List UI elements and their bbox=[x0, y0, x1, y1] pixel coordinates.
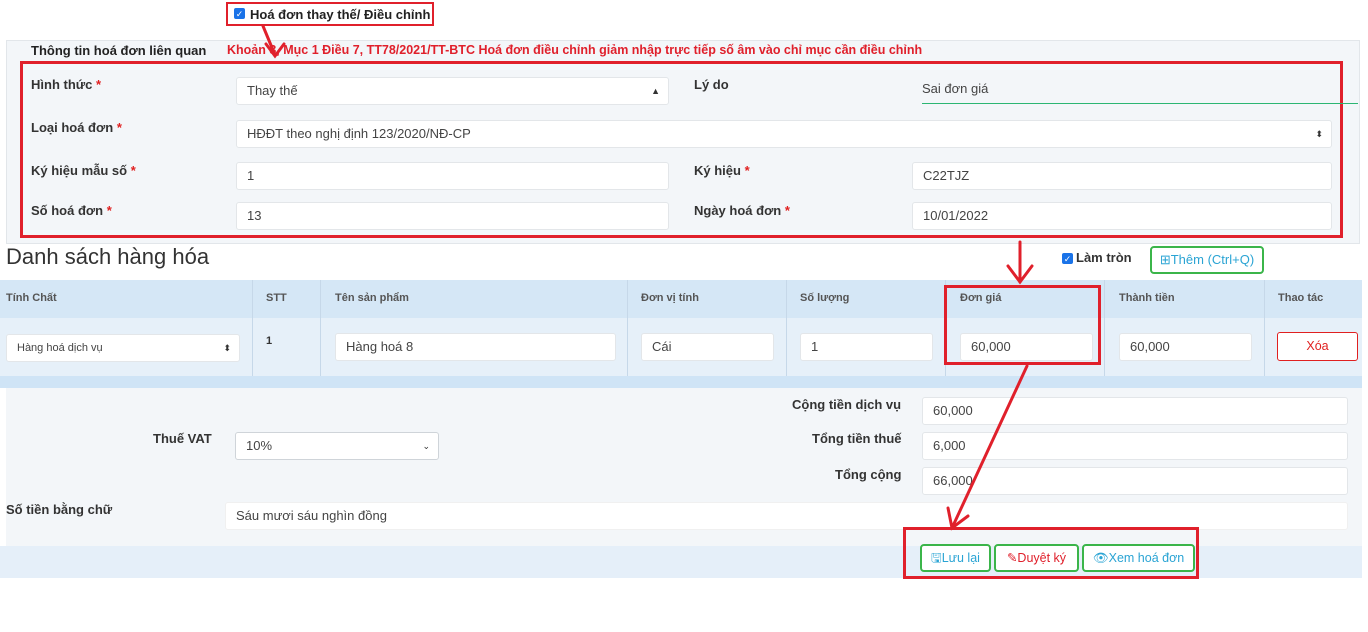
approve-sign-button[interactable]: ✎Duyệt ký bbox=[994, 544, 1079, 572]
unit-input[interactable]: Cái bbox=[641, 333, 774, 361]
product-name-input[interactable]: Hàng hoá 8 bbox=[335, 333, 616, 361]
checkbox-icon[interactable]: ✓ bbox=[1062, 253, 1073, 264]
save-button[interactable]: 🖫Lưu lại bbox=[920, 544, 991, 572]
quantity-input[interactable]: 1 bbox=[800, 333, 933, 361]
nature-select[interactable]: Hàng hoá dịch vụ ⬍ bbox=[6, 334, 240, 362]
amount-in-words-value: Sáu mươi sáu nghìn đồng bbox=[225, 502, 1348, 530]
service-total-label: Cộng tiền dịch vụ bbox=[792, 397, 902, 412]
tax-total-value: 6,000 bbox=[922, 432, 1348, 460]
column-divider bbox=[1264, 280, 1265, 376]
column-divider bbox=[1104, 280, 1105, 376]
column-divider bbox=[252, 280, 253, 376]
view-invoice-button[interactable]: 👁Xem hoá đơn bbox=[1082, 544, 1195, 572]
chevron-down-icon: ⌄ bbox=[422, 441, 430, 451]
replace-adjust-toggle[interactable]: ✓ Hoá đơn thay thế/ Điều chỉnh bbox=[226, 2, 434, 26]
sign-icon: ✎ bbox=[1006, 551, 1018, 565]
invoice-type-select[interactable]: HĐĐT theo nghị định 123/2020/NĐ-CP ⬍ bbox=[236, 120, 1332, 148]
unit-price-highlight bbox=[944, 285, 1101, 365]
col-product-name: Tên sản phẩm bbox=[335, 292, 409, 304]
symbol-input[interactable]: C22TJZ bbox=[912, 162, 1332, 190]
column-divider bbox=[627, 280, 628, 376]
grand-total-value: 66,000 bbox=[922, 467, 1348, 495]
goods-list-title: Danh sách hàng hóa bbox=[6, 244, 210, 269]
eye-icon: 👁 bbox=[1092, 551, 1109, 565]
amount-in-words-label: Số tiền bằng chữ bbox=[6, 502, 113, 517]
reason-input[interactable]: Sai đơn giá bbox=[922, 77, 1358, 104]
col-unit: Đơn vị tính bbox=[641, 292, 699, 304]
col-nature: Tính Chất bbox=[6, 292, 57, 304]
service-total-value: 60,000 bbox=[922, 397, 1348, 425]
add-row-button[interactable]: ⊞Thêm (Ctrl+Q) bbox=[1150, 246, 1264, 274]
checkbox-icon[interactable]: ✓ bbox=[234, 8, 245, 19]
regulation-note: Khoản 3, Mục 1 Điều 7, TT78/2021/TT-BTC … bbox=[227, 43, 923, 57]
reason-label: Lý do bbox=[694, 77, 729, 92]
col-stt: STT bbox=[266, 292, 287, 304]
col-amount: Thành tiền bbox=[1119, 292, 1175, 304]
related-invoice-title: Thông tin hoá đơn liên quan bbox=[31, 43, 207, 58]
grand-total-label: Tổng cộng bbox=[835, 467, 902, 482]
vat-select[interactable]: 10% ⌄ bbox=[235, 432, 439, 460]
amount-input[interactable]: 60,000 bbox=[1119, 333, 1252, 361]
replace-adjust-label: Hoá đơn thay thế/ Điều chỉnh bbox=[250, 7, 431, 22]
save-icon: 🖫 bbox=[931, 551, 942, 565]
sort-arrows-icon: ▲ bbox=[651, 86, 660, 96]
template-label: Ký hiệu mẫu số * bbox=[31, 163, 136, 178]
sort-arrows-icon: ⬍ bbox=[1315, 129, 1323, 139]
vat-label: Thuế VAT bbox=[153, 431, 212, 446]
col-quantity: Số lượng bbox=[800, 292, 850, 304]
invoice-type-label: Loại hoá đơn * bbox=[31, 120, 122, 135]
form-type-select[interactable]: Thay thế ▲ bbox=[236, 77, 669, 105]
sort-arrows-icon: ⬍ bbox=[223, 343, 231, 353]
table-footer bbox=[0, 376, 1362, 388]
column-divider bbox=[786, 280, 787, 376]
tax-total-label: Tổng tiền thuế bbox=[812, 431, 902, 446]
symbol-label: Ký hiệu * bbox=[694, 163, 750, 178]
invoice-date-label: Ngày hoá đơn * bbox=[694, 203, 790, 218]
invoice-number-input[interactable]: 13 bbox=[236, 202, 669, 230]
col-actions: Thao tác bbox=[1278, 292, 1324, 304]
round-label: Làm tròn bbox=[1076, 250, 1132, 265]
row-stt: 1 bbox=[266, 335, 273, 347]
invoice-date-input[interactable]: 10/01/2022 bbox=[912, 202, 1332, 230]
column-divider bbox=[320, 280, 321, 376]
template-input[interactable]: 1 bbox=[236, 162, 669, 190]
delete-row-button[interactable]: Xóa bbox=[1277, 332, 1358, 361]
invoice-number-label: Số hoá đơn * bbox=[31, 203, 112, 218]
form-type-label: Hình thức * bbox=[31, 77, 102, 92]
